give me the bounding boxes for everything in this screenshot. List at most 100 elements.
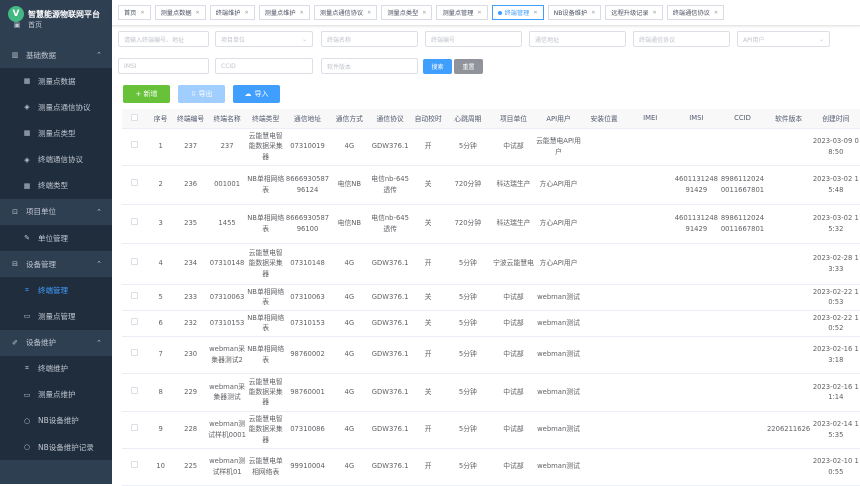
column-header[interactable]: 安装位置	[581, 109, 628, 129]
tag-item[interactable]: 终端通信协议 ✕	[666, 5, 725, 20]
table-row[interactable]: 10 225 webman测试样机01 云能慧电单相网络表 99910004 4G GDW3…	[122, 448, 860, 486]
tag-item[interactable]: 远程升级记录 ✕	[605, 5, 663, 20]
close-icon[interactable]: ✕	[140, 10, 144, 16]
row-checkbox[interactable]	[131, 141, 139, 149]
table-row[interactable]: 5 233 07310063 NB单相网络表 07310063 4G GDW376.1 关 5分…	[122, 284, 860, 311]
row-checkbox[interactable]	[131, 317, 139, 325]
table-cell: 07310063	[285, 284, 331, 311]
column-header[interactable]: 通信方式	[330, 109, 369, 129]
search-button[interactable]: 搜索	[423, 59, 452, 74]
sidebar-item[interactable]: ○ NB设备维护	[0, 407, 112, 435]
add-button[interactable]: + 新增	[123, 85, 170, 103]
sidebar-item[interactable]: ▦ 测量点数据	[0, 68, 112, 95]
tag-item[interactable]: 测量点维护 ✕	[258, 5, 310, 20]
table-row[interactable]: 4 234 07310148 云能慧电智能数据采集器 07310148 4G GDW376.…	[122, 243, 860, 285]
import-button[interactable]: ☁ 导入	[233, 85, 280, 103]
tag-item[interactable]: 终端维护 ✕	[209, 5, 255, 20]
filter-terminal-name-input[interactable]: 终端名称	[321, 31, 418, 47]
sidebar-section[interactable]: ⊟ 设备管理 ⌃	[0, 251, 112, 277]
table-row[interactable]: 2 236 001001 NB单相网络表 866693058796124 电信NB 电信nb…	[122, 165, 860, 205]
sidebar-item[interactable]: ○ NB设备维护记录	[0, 434, 112, 461]
sidebar-item[interactable]: ◈ 测量点通信协议	[0, 94, 112, 121]
close-icon[interactable]: ✕	[244, 10, 248, 16]
tag-item[interactable]: NB设备维护 ✕	[547, 5, 602, 20]
column-header[interactable]: 序号	[147, 109, 174, 129]
filter-imsi-input[interactable]: IMSI	[118, 58, 209, 74]
reset-button[interactable]: 重置	[454, 59, 483, 74]
table-row[interactable]: 6 232 07310153 NB单相网络表 07310153 4G GDW376.1 关 5分…	[122, 310, 860, 337]
filter-keyword-input[interactable]: 请输入终端编号、地址	[118, 31, 209, 47]
table-cell: GDW376.1	[368, 128, 412, 166]
table-row[interactable]: 7 230 webman采集器测试2 NB单相网络表 98760002 4G GDW376.…	[122, 336, 860, 374]
sidebar-item[interactable]: ▭ 测量点管理	[0, 303, 112, 330]
sidebar-item[interactable]: ◈ 终端通信协议	[0, 146, 112, 173]
filter-api-user-select[interactable]: API用户 ⌄	[737, 31, 830, 47]
row-checkbox[interactable]	[131, 179, 139, 187]
filter-protocol-input[interactable]: 终端通信协议	[633, 31, 730, 47]
sidebar-item[interactable]: ⌗ 终端管理	[0, 277, 112, 304]
sidebar-item[interactable]: ▦ 测量点类型	[0, 120, 112, 147]
column-header[interactable]: 终端类型	[246, 109, 285, 129]
column-header[interactable]: 心跳周期	[444, 109, 491, 129]
column-header[interactable]: 创建时间	[811, 109, 860, 129]
close-icon[interactable]: ✕	[653, 10, 657, 16]
close-icon[interactable]: ✕	[533, 10, 537, 16]
close-icon[interactable]: ✕	[196, 10, 200, 16]
sidebar-section[interactable]: ▥ 基础数据 ⌃	[0, 42, 112, 68]
row-checkbox[interactable]	[131, 218, 139, 226]
column-header[interactable]: IMSI	[673, 109, 720, 129]
tag-item[interactable]: 首页 ✕	[118, 5, 151, 20]
column-header[interactable]: 通信地址	[285, 109, 331, 129]
column-header[interactable]: 通信协议	[368, 109, 412, 129]
row-checkbox[interactable]	[131, 424, 139, 432]
close-icon[interactable]: ✕	[477, 10, 481, 16]
tag-item[interactable]: 测量点通信协议 ✕	[313, 5, 378, 20]
tag-item[interactable]: 终端管理 ✕	[491, 5, 544, 20]
table-row[interactable]: 1 237 237 云能慧电智能数据采集器 07310019 4G GDW376.1 开 5分钟…	[122, 128, 860, 166]
sidebar-item[interactable]: ✎ 单位管理	[0, 224, 112, 252]
tag-item[interactable]: 测量点数据 ✕	[154, 5, 206, 20]
filter-placeholder: 通信地址	[535, 36, 560, 44]
row-checkbox[interactable]	[131, 258, 139, 266]
filter-version-input[interactable]: 软件版本	[321, 58, 418, 74]
close-icon[interactable]: ✕	[367, 10, 371, 16]
tag-label: 测量点管理	[442, 10, 474, 17]
column-header[interactable]: CCID	[719, 109, 766, 129]
export-button[interactable]: ⇩ 导出	[178, 85, 225, 103]
table-row[interactable]: 3 235 1455 NB单相网络表 866693058796100 电信NB 电信nb-6…	[122, 204, 860, 244]
row-checkbox[interactable]	[131, 349, 139, 357]
column-header[interactable]: 终端名称	[207, 109, 247, 129]
column-header[interactable]: 自动校时	[411, 109, 445, 129]
table-row[interactable]: 8 229 webman采集器测试 云能慧电智能数据采集器 98760001 4G GDW3…	[122, 373, 860, 412]
column-header[interactable]: API用户	[535, 109, 582, 129]
table-cell: 2023-02-16 11:14	[811, 373, 860, 412]
filter-ccid-input[interactable]: CCID	[215, 58, 313, 74]
row-select-cell	[122, 243, 148, 285]
filter-unit-select[interactable]: 项目单位 ⌄	[215, 31, 313, 47]
sidebar-item[interactable]: ⌗ 终端维护	[0, 355, 112, 382]
column-header[interactable]: IMEI	[627, 109, 674, 129]
table-cell	[627, 411, 674, 449]
close-icon[interactable]: ✕	[422, 10, 426, 16]
filter-terminal-no-input[interactable]: 终端编号	[425, 31, 522, 47]
close-icon[interactable]: ✕	[714, 10, 718, 16]
tag-item[interactable]: 测量点类型 ✕	[381, 5, 433, 20]
sidebar-item[interactable]: ▭ 测量点维护	[0, 381, 112, 408]
select-all-checkbox[interactable]	[131, 113, 139, 121]
row-checkbox[interactable]	[131, 461, 139, 469]
table-row[interactable]: 9 228 webman测试样机0001 云能慧电智能数据采集器 07310086 4G G…	[122, 411, 860, 449]
filter-address-input[interactable]: 通信地址	[529, 31, 626, 47]
tag-item[interactable]: 测量点管理 ✕	[436, 5, 488, 20]
sidebar-section[interactable]: ⊡ 项目单位 ⌃	[0, 199, 112, 225]
column-header[interactable]: 软件版本	[765, 109, 812, 129]
sidebar-item-home[interactable]: ▣ 首页	[12, 20, 42, 30]
close-icon[interactable]: ✕	[591, 10, 595, 16]
row-checkbox[interactable]	[131, 386, 139, 394]
row-checkbox[interactable]	[131, 291, 139, 299]
sidebar-section[interactable]: ✐ 设备维护 ⌃	[0, 330, 112, 356]
sidebar-item[interactable]: ▦ 终端类型	[0, 172, 112, 199]
column-header[interactable]: 项目单位	[490, 109, 536, 129]
table-cell: GDW376.1	[368, 411, 412, 449]
column-header[interactable]: 终端编号	[173, 109, 208, 129]
close-icon[interactable]: ✕	[300, 10, 304, 16]
